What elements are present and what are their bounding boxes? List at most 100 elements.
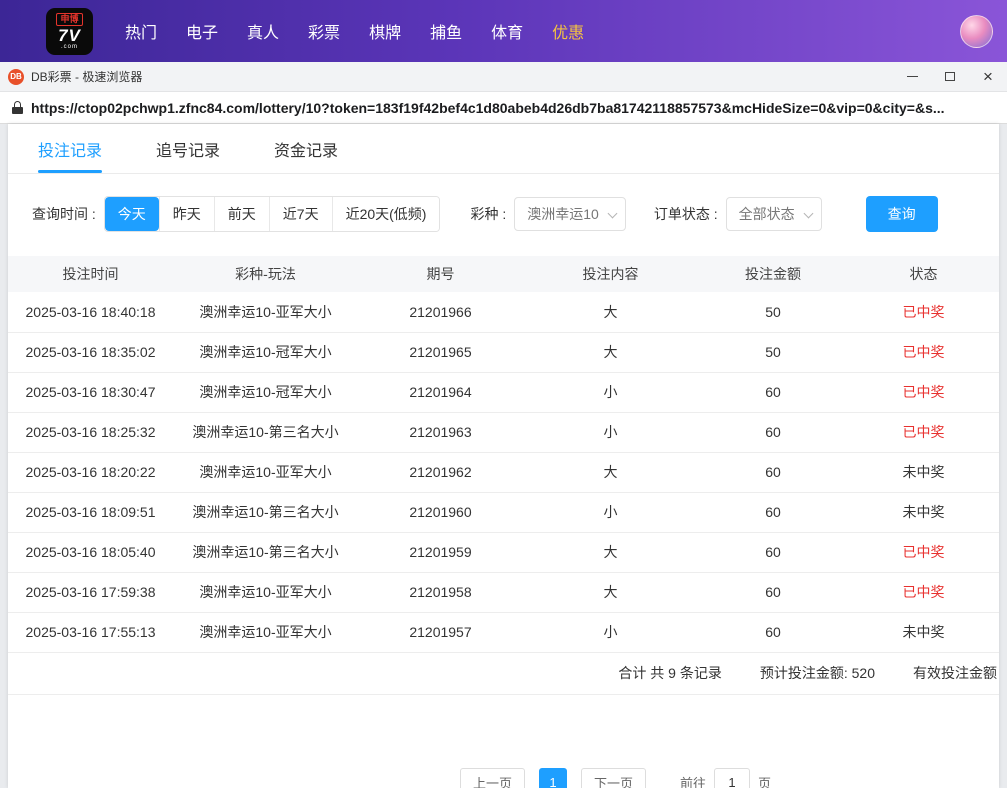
- search-button[interactable]: 查询: [865, 196, 938, 232]
- next-page-button[interactable]: 下一页: [580, 768, 646, 788]
- tab-bet-records[interactable]: 投注记录: [38, 124, 103, 173]
- site-topbar: 申博 7V .com 热门 电子 真人 彩票 棋牌 捕鱼 体育 优惠: [0, 0, 1007, 62]
- status-text: 已中奖: [902, 584, 945, 600]
- lottery-select-value: 澳洲幸运10: [527, 206, 599, 222]
- summary-row: 合计 共 9 条记录 预计投注金额: 520 有效投注金额: [8, 653, 999, 695]
- lottery-select[interactable]: 澳洲幸运10: [514, 197, 626, 231]
- bet-issue: 21201965: [358, 332, 523, 373]
- time-option-7days[interactable]: 近7天: [268, 197, 332, 231]
- time-option-yesterday[interactable]: 昨天: [158, 197, 214, 231]
- bet-issue: 21201962: [358, 452, 523, 493]
- goto-page-input[interactable]: [714, 768, 751, 788]
- tab-chase-records[interactable]: 追号记录: [156, 124, 220, 173]
- bet-amount: 60: [698, 572, 848, 613]
- nav-item-hot[interactable]: 热门: [125, 19, 157, 43]
- record-tabs: 投注记录 追号记录 资金记录: [8, 124, 999, 174]
- header-content: 投注内容: [523, 256, 698, 292]
- summary-expected-amount: 预计投注金额: 520: [759, 665, 875, 681]
- table-row: 2025-03-16 18:35:02 澳洲幸运10-冠军大小 21201965…: [8, 332, 999, 373]
- bet-amount: 50: [698, 332, 848, 373]
- order-status-select[interactable]: 全部状态: [725, 197, 822, 231]
- browser-titlebar: DB DB彩票 - 极速浏览器 ×: [0, 62, 1007, 92]
- nav-item-electronic[interactable]: 电子: [186, 19, 218, 43]
- bet-time: 2025-03-16 18:25:32: [8, 412, 173, 453]
- bet-time: 2025-03-16 18:20:22: [8, 452, 173, 493]
- header-game: 彩种-玩法: [173, 256, 358, 292]
- prev-page-button[interactable]: 上一页: [459, 768, 525, 788]
- bet-game: 澳洲幸运10-第三名大小: [173, 412, 358, 453]
- header-amount: 投注金额: [698, 256, 848, 292]
- bet-game: 澳洲幸运10-亚军大小: [173, 612, 358, 653]
- table-row: 2025-03-16 17:55:13 澳洲幸运10-亚军大小 21201957…: [8, 612, 999, 653]
- bet-content: 大: [523, 452, 698, 493]
- close-button[interactable]: ×: [969, 62, 1007, 91]
- bet-time: 2025-03-16 18:40:18: [8, 292, 173, 333]
- nav-item-sports[interactable]: 体育: [491, 19, 523, 43]
- bet-amount: 50: [698, 292, 848, 333]
- nav-item-lottery[interactable]: 彩票: [308, 19, 340, 43]
- time-option-today[interactable]: 今天: [104, 197, 159, 231]
- current-page-button[interactable]: 1: [538, 768, 567, 788]
- bet-content: 小: [523, 372, 698, 413]
- minimize-icon: [906, 76, 918, 77]
- summary-total: 合计 共 9 条记录: [618, 665, 722, 681]
- bet-records-table: 投注时间 彩种-玩法 期号 投注内容 投注金额 状态 2025-03-16 18…: [8, 256, 999, 653]
- address-bar[interactable]: https://ctop02pchwp1.zfnc84.com/lottery/…: [0, 92, 1007, 124]
- nav-item-live[interactable]: 真人: [247, 19, 279, 43]
- logo-main-text: 7V: [58, 25, 81, 45]
- site-logo[interactable]: 申博 7V .com: [46, 7, 93, 55]
- time-option-20days[interactable]: 近20天(低频): [331, 197, 440, 231]
- bet-game: 澳洲幸运10-亚军大小: [173, 452, 358, 493]
- status-text: 已中奖: [902, 384, 945, 400]
- bet-time: 2025-03-16 18:05:40: [8, 532, 173, 573]
- bet-content: 大: [523, 332, 698, 373]
- logo-cn-text: 申博: [56, 12, 83, 26]
- window-controls: ×: [893, 62, 1007, 91]
- bet-game: 澳洲幸运10-第三名大小: [173, 492, 358, 533]
- header-bet-time: 投注时间: [8, 256, 173, 292]
- bet-issue: 21201960: [358, 492, 523, 533]
- url-text[interactable]: https://ctop02pchwp1.zfnc84.com/lottery/…: [31, 100, 997, 116]
- summary-valid-amount: 有效投注金额: [913, 665, 997, 681]
- site-nav: 热门 电子 真人 彩票 棋牌 捕鱼 体育 优惠: [125, 19, 584, 43]
- user-avatar[interactable]: [960, 14, 993, 48]
- status-text: 已中奖: [902, 344, 945, 360]
- maximize-button[interactable]: [931, 62, 969, 91]
- table-row: 2025-03-16 18:09:51 澳洲幸运10-第三名大小 2120196…: [8, 492, 999, 533]
- nav-item-boardgames[interactable]: 棋牌: [369, 19, 401, 43]
- bet-status: 未中奖: [848, 612, 999, 653]
- bet-status: 未中奖: [848, 452, 999, 493]
- table-row: 2025-03-16 18:20:22 澳洲幸运10-亚军大小 21201962…: [8, 452, 999, 493]
- bet-time: 2025-03-16 18:35:02: [8, 332, 173, 373]
- bet-time: 2025-03-16 17:59:38: [8, 572, 173, 613]
- tab-fund-records[interactable]: 资金记录: [274, 124, 338, 173]
- bet-time: 2025-03-16 17:55:13: [8, 612, 173, 653]
- goto-page-label: 前往: [680, 775, 707, 788]
- table-row: 2025-03-16 18:25:32 澳洲幸运10-第三名大小 2120196…: [8, 412, 999, 453]
- status-text: 已中奖: [902, 424, 945, 440]
- bet-issue: 21201964: [358, 372, 523, 413]
- bet-status: 已中奖: [848, 332, 999, 373]
- window-title: DB彩票 - 极速浏览器: [31, 70, 143, 84]
- lottery-filter-label: 彩种 :: [470, 206, 507, 222]
- chevron-down-icon: [607, 208, 618, 219]
- minimize-button[interactable]: [893, 62, 931, 91]
- bet-status: 已中奖: [848, 572, 999, 613]
- bet-game: 澳洲幸运10-亚军大小: [173, 292, 358, 333]
- status-text: 已中奖: [902, 303, 945, 320]
- table-row: 2025-03-16 17:59:38 澳洲幸运10-亚军大小 21201958…: [8, 572, 999, 613]
- time-option-daybefore[interactable]: 前天: [213, 197, 269, 231]
- bet-issue: 21201959: [358, 532, 523, 573]
- bet-issue: 21201966: [358, 292, 523, 333]
- status-text: 未中奖: [902, 504, 945, 520]
- bet-time: 2025-03-16 18:09:51: [8, 492, 173, 533]
- bet-content: 小: [523, 492, 698, 533]
- bet-amount: 60: [698, 372, 848, 413]
- order-status-value: 全部状态: [738, 206, 795, 222]
- table-row: 2025-03-16 18:40:18 澳洲幸运10-亚军大小 21201966…: [8, 292, 999, 333]
- nav-item-promotions[interactable]: 优惠: [552, 19, 584, 43]
- nav-item-fishing[interactable]: 捕鱼: [430, 19, 462, 43]
- table-row: 2025-03-16 18:05:40 澳洲幸运10-第三名大小 2120195…: [8, 532, 999, 573]
- filter-row: 查询时间 : 今天 昨天 前天 近7天 近20天(低频) 彩种 : 澳洲幸运10…: [8, 196, 999, 232]
- bet-amount: 60: [698, 532, 848, 573]
